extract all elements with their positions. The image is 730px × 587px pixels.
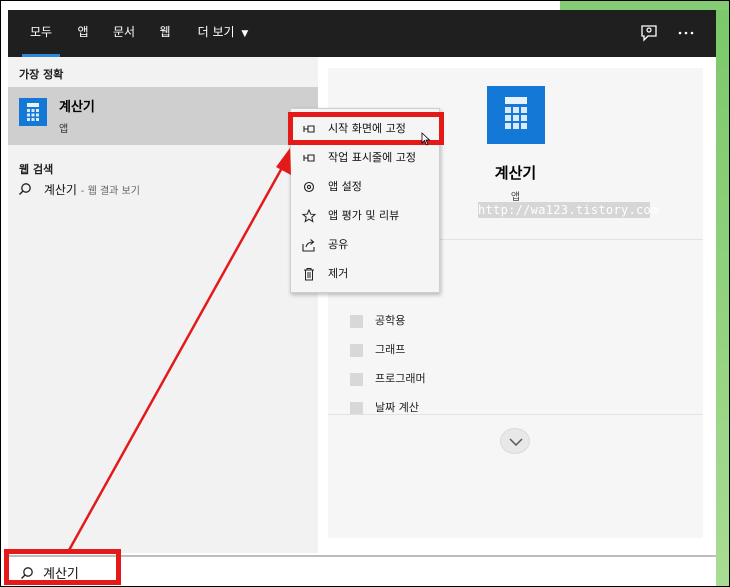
menu-app-settings[interactable]: 앱 설정 bbox=[291, 173, 439, 201]
calculator-icon bbox=[19, 98, 47, 126]
best-match-subtitle: 앱 bbox=[59, 124, 69, 135]
tab-all[interactable]: 모두 bbox=[20, 10, 62, 57]
mode-label: 프로그래머 bbox=[375, 372, 426, 385]
menu-item-label: 제거 bbox=[328, 267, 349, 280]
chevron-down-icon bbox=[509, 438, 523, 447]
best-match-header: 가장 정확 bbox=[19, 68, 64, 81]
mode-scientific[interactable]: 공학용 bbox=[350, 312, 405, 330]
menu-item-label: 앱 평가 및 리뷰 bbox=[328, 209, 400, 222]
watermark-text: http://wa123.tistory.com bbox=[478, 202, 659, 218]
chevron-down-icon: ▼ bbox=[241, 29, 249, 39]
tab-more[interactable]: 더 보기 ▼ bbox=[192, 10, 254, 57]
mode-scientific-icon bbox=[350, 314, 363, 328]
best-match-result[interactable]: 계산기 앱 bbox=[8, 87, 318, 145]
search-icon bbox=[19, 183, 31, 195]
mode-programmer[interactable]: 프로그래머 bbox=[350, 370, 426, 388]
web-search-suffix: - 웹 결과 보기 bbox=[80, 186, 140, 197]
tab-more-label: 더 보기 bbox=[197, 25, 235, 39]
results-list: 가장 정확 계산기 앱 웹 검색 계산기 - 웹 결과 보기 bbox=[8, 57, 318, 553]
gear-icon bbox=[303, 181, 315, 193]
mode-programmer-icon bbox=[350, 372, 363, 386]
mouse-cursor-icon bbox=[421, 132, 431, 146]
calculator-large-icon bbox=[487, 86, 545, 144]
menu-item-label: 공유 bbox=[328, 238, 349, 251]
desktop-background-top bbox=[560, 0, 730, 10]
detail-divider-bottom bbox=[328, 414, 703, 415]
feedback-icon[interactable] bbox=[639, 23, 659, 43]
star-icon bbox=[301, 209, 317, 223]
tab-web[interactable]: 웹 bbox=[154, 10, 176, 57]
mode-label: 그래프 bbox=[375, 343, 406, 356]
web-search-header: 웹 검색 bbox=[19, 163, 54, 176]
expand-button[interactable] bbox=[500, 428, 530, 454]
share-icon bbox=[302, 239, 315, 252]
search-window: 모두 앱 문서 웹 더 보기 ▼ 가장 정확 계산기 앱 웹 검색 계산기 - … bbox=[8, 10, 716, 587]
menu-item-label: 작업 표시줄에 고정 bbox=[328, 151, 416, 164]
menu-share[interactable]: 공유 bbox=[291, 231, 439, 259]
mode-graphing[interactable]: 그래프 bbox=[350, 341, 405, 359]
menu-pin-to-taskbar[interactable]: 작업 표시줄에 고정 bbox=[291, 144, 439, 172]
menu-uninstall[interactable]: 제거 bbox=[291, 260, 439, 288]
tab-apps[interactable]: 앱 bbox=[72, 10, 94, 57]
best-match-title: 계산기 bbox=[59, 100, 95, 115]
web-search-result[interactable]: 계산기 - 웹 결과 보기 bbox=[18, 181, 140, 201]
mode-label: 날짜 계산 bbox=[375, 401, 419, 414]
mode-date-icon bbox=[350, 401, 363, 415]
menu-item-label: 앱 설정 bbox=[328, 180, 362, 193]
menu-rate-review[interactable]: 앱 평가 및 리뷰 bbox=[291, 202, 439, 230]
more-options-icon[interactable] bbox=[676, 23, 696, 43]
search-tab-bar: 모두 앱 문서 웹 더 보기 ▼ bbox=[8, 10, 716, 57]
trash-icon bbox=[304, 268, 314, 281]
mode-label: 공학용 bbox=[375, 314, 406, 327]
pin-icon bbox=[303, 154, 315, 162]
mode-graphing-icon bbox=[350, 343, 363, 357]
web-search-query: 계산기 bbox=[43, 183, 77, 197]
tab-documents[interactable]: 문서 bbox=[108, 10, 140, 57]
highlight-search-box bbox=[4, 549, 121, 585]
